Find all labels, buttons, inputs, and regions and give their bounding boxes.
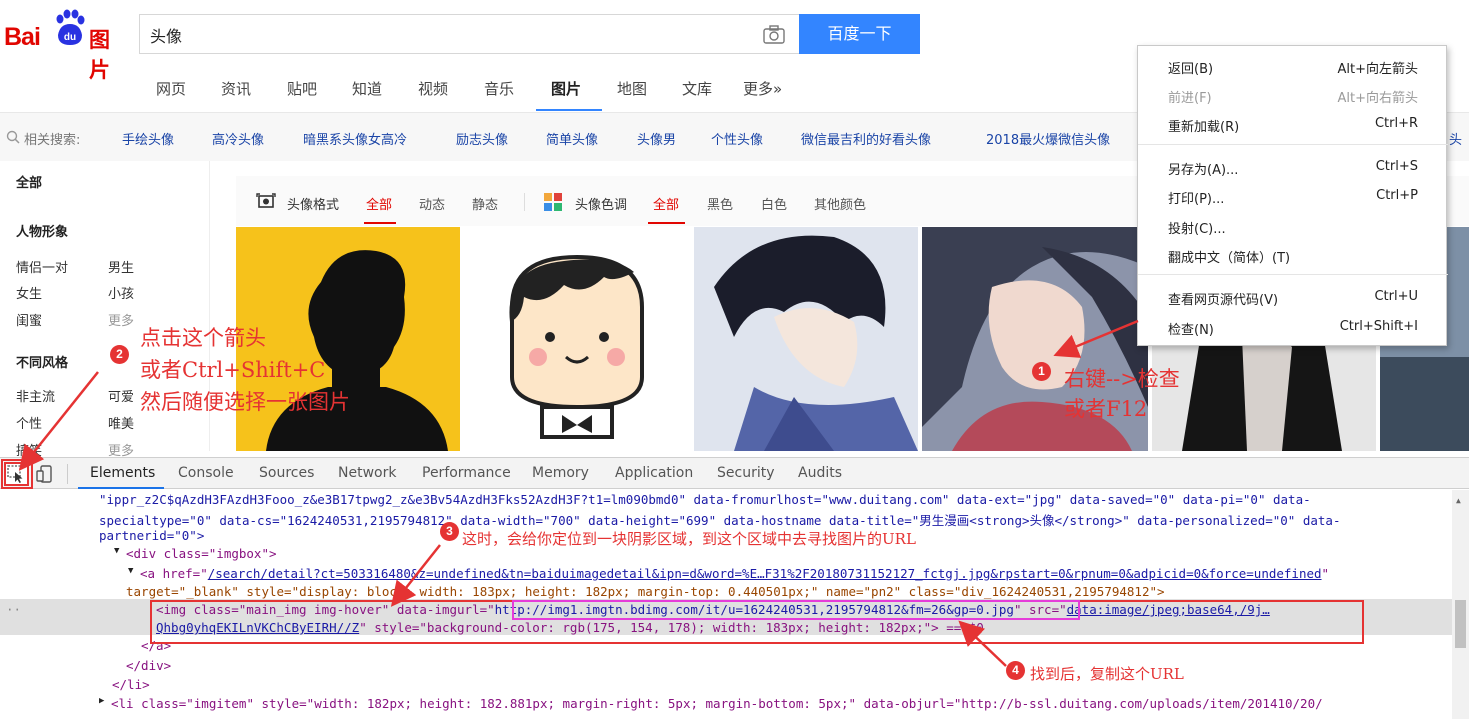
annotation-line: 或者F12 (1064, 397, 1148, 421)
arrow-4 (958, 620, 1007, 667)
step-badge-3: 3 (440, 522, 459, 541)
annotation-text-4: 找到后，复制这个URL (1030, 665, 1184, 683)
step-badge-4: 4 (1006, 661, 1025, 680)
annotation-line: 然后随便选择一张图片 (140, 390, 350, 414)
arrow-1 (1053, 319, 1139, 358)
annotation-line: 右键-->检查 (1064, 367, 1180, 391)
annotation-text-2: 点击这个箭头 或者Ctrl+Shift+C 然后随便选择一张图片 (140, 322, 350, 418)
annotation-line: 或者Ctrl+Shift+C (140, 358, 326, 382)
arrow-3 (390, 544, 441, 607)
annotation-line: 点击这个箭头 (140, 326, 266, 350)
annotation-text-1: 右键-->检查 或者F12 (1064, 364, 1180, 424)
arrow-2 (18, 371, 99, 471)
step-badge-1: 1 (1032, 362, 1051, 381)
annotation-text-3: 这时，会给你定位到一块阴影区域，到这个区域中去寻找图片的URL (462, 530, 916, 548)
step-badge-2: 2 (110, 345, 129, 364)
